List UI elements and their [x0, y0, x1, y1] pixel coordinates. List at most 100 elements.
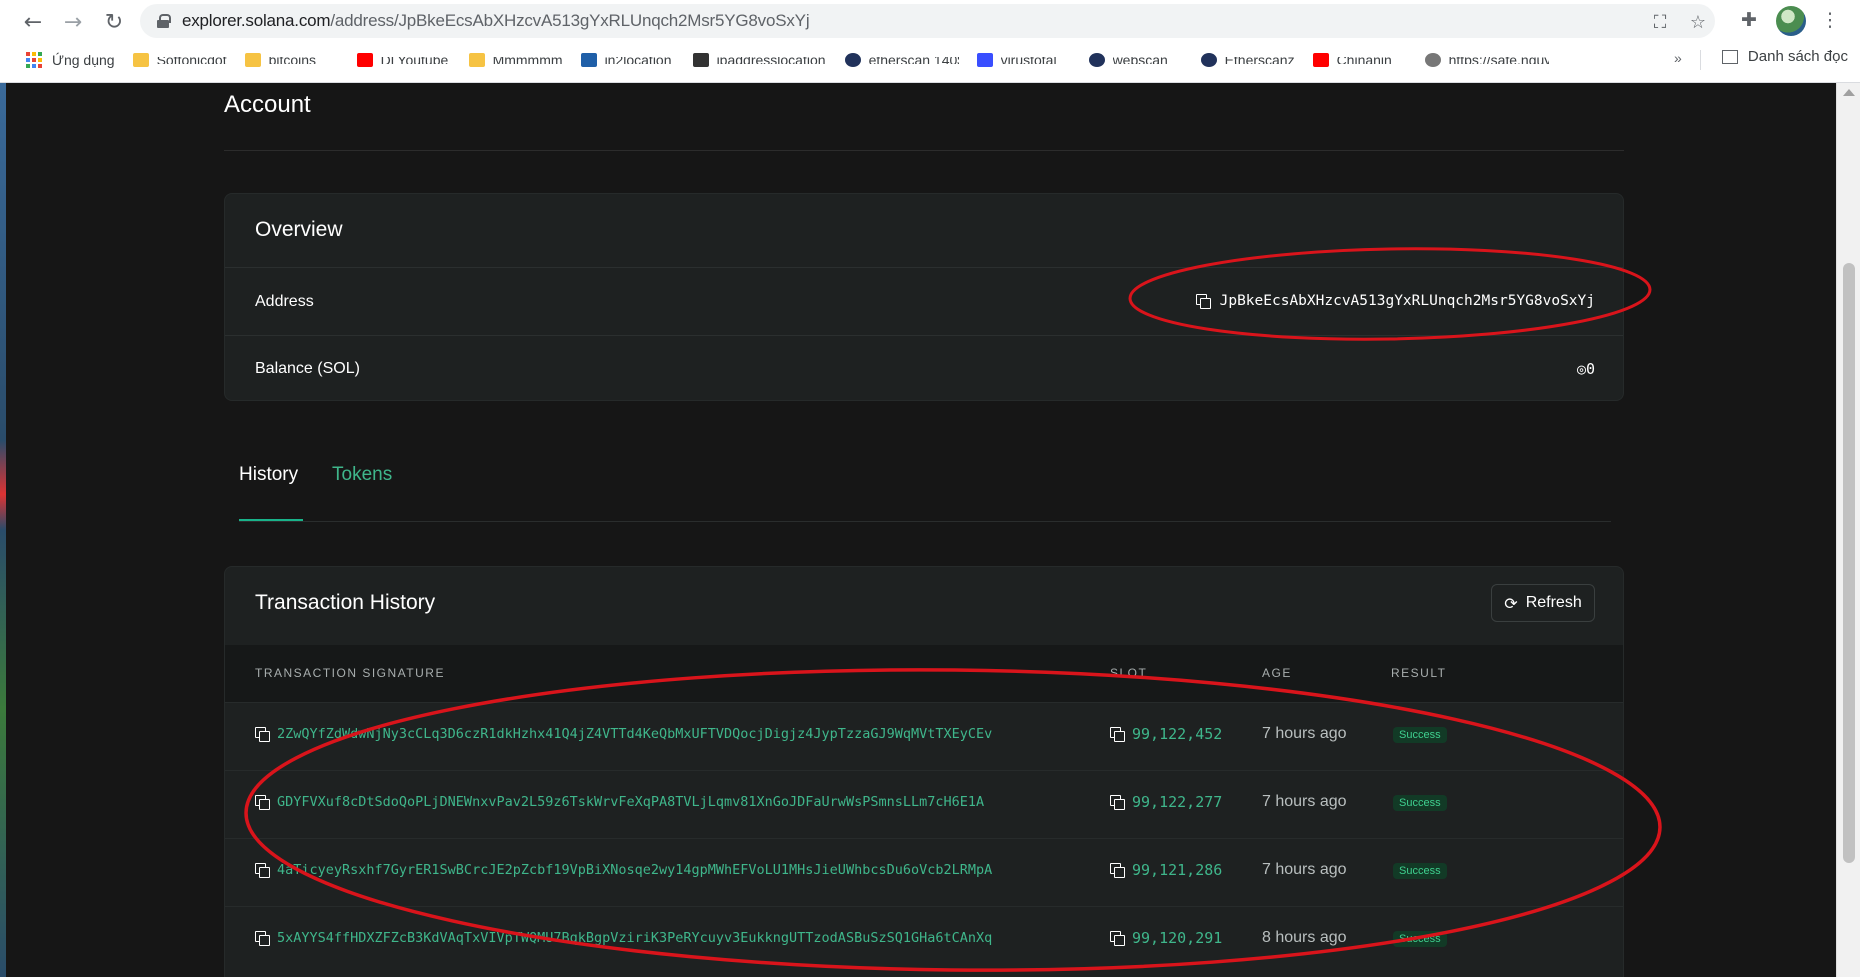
- slot-link[interactable]: 99,120,291: [1132, 929, 1222, 947]
- slot-link[interactable]: 99,122,452: [1132, 725, 1222, 743]
- signature-link[interactable]: 4aTicyeyRsxhf7GyrER1SwBCrcJE2pZcbf19VpBi…: [277, 862, 992, 878]
- url-text[interactable]: explorer.solana.com/address/JpBkeEcsAbXH…: [182, 11, 810, 31]
- page-title: Account: [224, 91, 311, 118]
- youtube-icon: [1312, 53, 1329, 67]
- bookmark-item[interactable]: webscan: [1088, 50, 1183, 70]
- bookmark-label: bitcoins: [269, 57, 339, 64]
- bookmark-label: Chinanin: [1337, 57, 1407, 64]
- copy-icon[interactable]: [255, 931, 270, 946]
- copy-icon[interactable]: [255, 863, 270, 878]
- signature-cell: 4aTicyeyRsxhf7GyrER1SwBCrcJE2pZcbf19VpBi…: [255, 862, 992, 878]
- table-row: GDYFVXuf8cDtSdoQoPLjDNEWnxvPav2L59z6TskW…: [225, 770, 1623, 838]
- bookmark-item[interactable]: etherscan 140$: [844, 50, 959, 70]
- profile-avatar[interactable]: [1776, 6, 1806, 36]
- bookmark-item[interactable]: bitcoins: [244, 50, 339, 70]
- forward-arrow-icon[interactable]: →: [59, 8, 87, 36]
- url-host: explorer.solana.com: [182, 11, 331, 30]
- page-scrollbar[interactable]: [1836, 83, 1860, 977]
- copy-icon[interactable]: [255, 795, 270, 810]
- address-value[interactable]: JpBkeEcsAbXHzcvA513gYxRLUnqch2Msr5YG8voS…: [1220, 293, 1595, 309]
- age-cell: 8 hours ago: [1262, 929, 1347, 946]
- ip-icon: [580, 53, 597, 67]
- bookmark-item[interactable]: ipaddresslocation: [692, 50, 827, 70]
- status-badge: Success: [1393, 727, 1447, 743]
- age-cell: 7 hours ago: [1262, 861, 1347, 878]
- copy-icon[interactable]: [255, 727, 270, 742]
- bookmark-item[interactable]: Mmmmmm: [468, 50, 563, 70]
- copy-icon[interactable]: [1110, 931, 1125, 946]
- table-header: TRANSACTION SIGNATURE SLOT AGE RESULT: [225, 645, 1623, 702]
- copy-icon[interactable]: [1110, 795, 1125, 810]
- signature-link[interactable]: 5xAYYS4ffHDXZFZcB3KdVAqTxVIVpTWQMU7BqkBg…: [277, 930, 992, 946]
- signature-cell: GDYFVXuf8cDtSdoQoPLjDNEWnxvPav2L59z6TskW…: [255, 794, 984, 810]
- bookmark-label: virustotal: [1001, 57, 1071, 64]
- url-path: /address/JpBkeEcsAbXHzcvA513gYxRLUnqch2M…: [330, 11, 810, 30]
- extensions-icon[interactable]: ✚: [1737, 8, 1761, 32]
- slot-cell: 99,122,277: [1110, 793, 1222, 811]
- globe-icon: [1424, 53, 1441, 67]
- signature-link[interactable]: 2ZwQYfZdWdwNjNy3cCLq3D6czR1dkHzhx41Q4jZ4…: [277, 726, 992, 742]
- scroll-thumb[interactable]: [1843, 263, 1855, 863]
- ip-locator-icon: [692, 53, 709, 67]
- folder-icon: [132, 53, 149, 67]
- column-header-age: AGE: [1262, 666, 1292, 680]
- overview-card: Overview Address JpBkeEcsAbXHzcvA513gYxR…: [224, 193, 1624, 401]
- bookmark-item[interactable]: Chinanin: [1312, 50, 1407, 70]
- bookmark-label: Etherscanz: [1225, 57, 1295, 64]
- webscan-icon: [1088, 53, 1105, 67]
- slot-link[interactable]: 99,121,286: [1132, 861, 1222, 879]
- status-badge: Success: [1393, 795, 1447, 811]
- bookmark-item[interactable]: Etherscanz: [1200, 50, 1295, 70]
- bookmark-label: in2location: [605, 57, 675, 64]
- bookmark-item[interactable]: in2location: [580, 50, 675, 70]
- copy-icon[interactable]: [1195, 294, 1211, 309]
- divider: [224, 150, 1624, 151]
- bookmark-item[interactable]: virustotal: [976, 50, 1071, 70]
- balance-label: Balance (SOL): [255, 360, 360, 377]
- status-badge: Success: [1393, 863, 1447, 879]
- explorer-page: Account Overview Address JpBkeEcsAbXHzcv…: [6, 83, 1836, 977]
- table-row: 5xAYYS4ffHDXZFZcB3KdVAqTxVIVpTWQMU7BqkBg…: [225, 906, 1623, 974]
- bookmark-apps[interactable]: Ứng dụng: [26, 50, 115, 70]
- bookmark-label: Mmmmmm: [493, 57, 563, 64]
- divider: [239, 521, 1611, 522]
- age-cell: 7 hours ago: [1262, 725, 1347, 742]
- overview-title: Overview: [255, 218, 343, 241]
- copy-icon[interactable]: [1110, 727, 1125, 742]
- tab-history[interactable]: History: [239, 464, 298, 486]
- address-bar[interactable]: explorer.solana.com/address/JpBkeEcsAbXH…: [140, 4, 1715, 38]
- bookmark-item[interactable]: Softonicdot: [132, 50, 227, 70]
- tab-tokens[interactable]: Tokens: [332, 464, 392, 486]
- etherscan-icon: [1200, 53, 1217, 67]
- address-label: Address: [255, 293, 314, 310]
- balance-value: ◎0: [1576, 360, 1595, 378]
- refresh-label: Refresh: [1525, 594, 1582, 611]
- back-arrow-icon[interactable]: ←: [19, 8, 47, 36]
- star-icon[interactable]: ☆: [1688, 12, 1708, 33]
- slot-link[interactable]: 99,122,277: [1132, 793, 1222, 811]
- bookmarks-bar: Ứng dụng Softonicdot bitcoins DLYoutube …: [0, 44, 1860, 76]
- bookmark-label: Softonicdot: [157, 57, 227, 64]
- bookmark-item[interactable]: https://safe.nguyen: [1424, 50, 1549, 70]
- signature-link[interactable]: GDYFVXuf8cDtSdoQoPLjDNEWnxvPav2L59z6TskW…: [277, 794, 984, 810]
- bookmark-item[interactable]: DLYoutube: [356, 50, 451, 70]
- translate-icon[interactable]: ⛶: [1650, 12, 1670, 33]
- reload-icon[interactable]: ↻: [100, 8, 128, 36]
- folder-icon: [468, 53, 485, 67]
- copy-icon[interactable]: [1110, 863, 1125, 878]
- reading-list-button[interactable]: Danh sách đọc: [1721, 48, 1848, 65]
- signature-cell: 2ZwQYfZdWdwNjNy3cCLq3D6czR1dkHzhx41Q4jZ4…: [255, 726, 992, 742]
- slot-cell: 99,122,452: [1110, 725, 1222, 743]
- table-row: 4aTicyeyRsxhf7GyrER1SwBCrcJE2pZcbf19VpBi…: [225, 838, 1623, 906]
- menu-kebab-icon[interactable]: ⋮: [1818, 8, 1842, 32]
- refresh-button[interactable]: ⟳ Refresh: [1491, 584, 1595, 622]
- status-badge: Success: [1393, 931, 1447, 947]
- transaction-history-title: Transaction History: [255, 591, 436, 614]
- etherscan-icon: [844, 53, 861, 67]
- scroll-up-icon[interactable]: [1843, 89, 1855, 96]
- apps-grid-icon: [26, 52, 42, 68]
- more-bookmarks-chevron[interactable]: »: [1674, 50, 1682, 66]
- column-header-slot: SLOT: [1110, 666, 1148, 680]
- reading-list-icon: [1721, 49, 1738, 64]
- bookmark-label: etherscan 140$: [869, 57, 959, 64]
